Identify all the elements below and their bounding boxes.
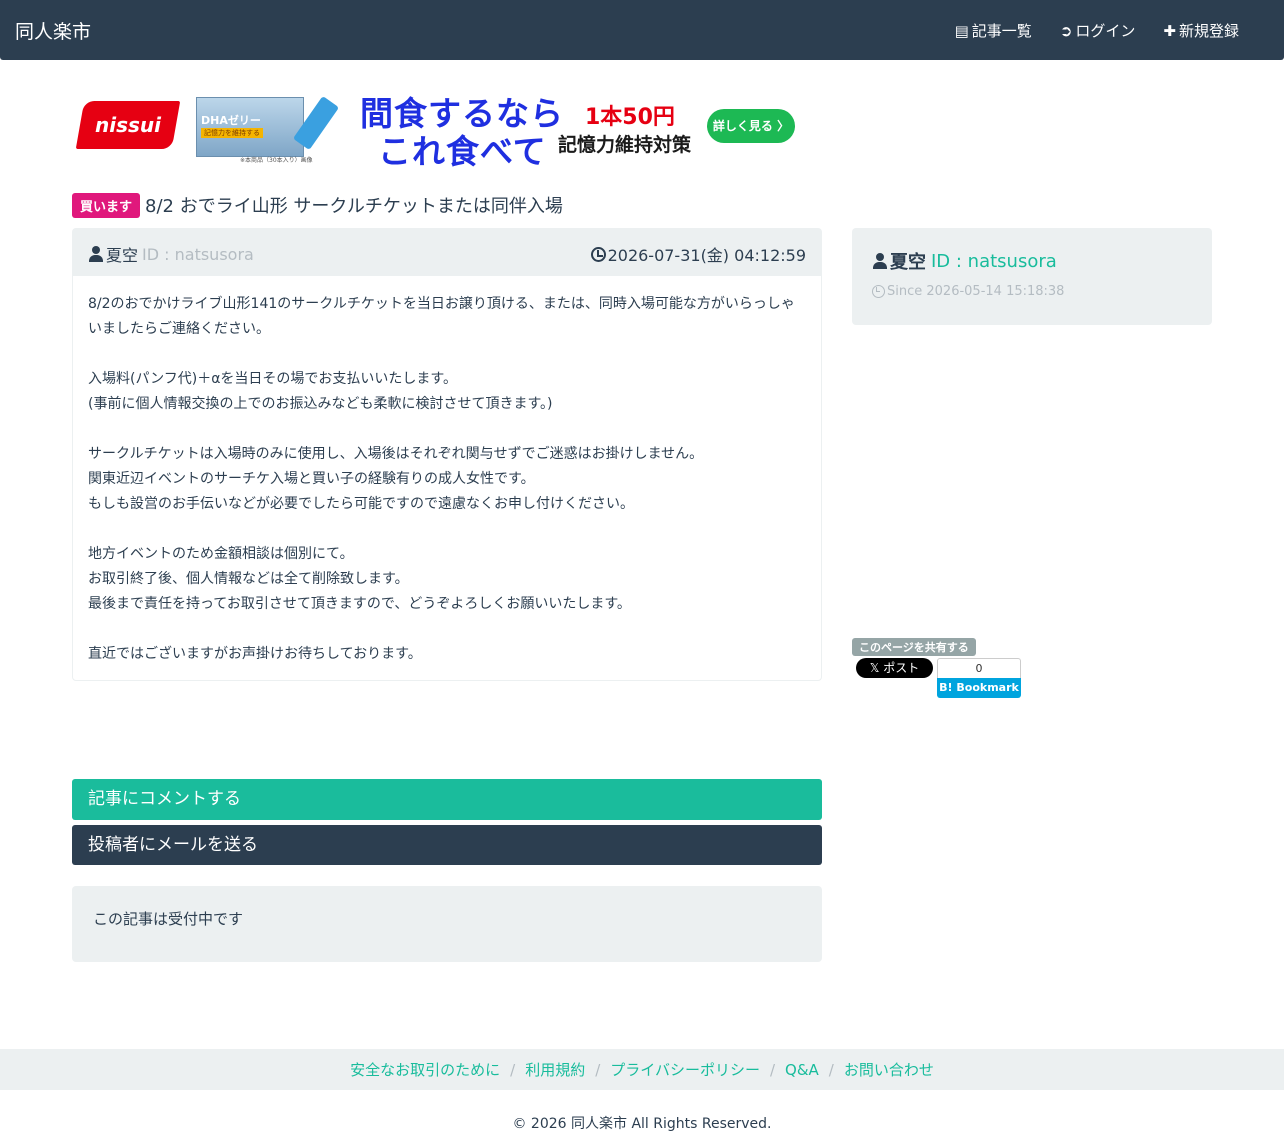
post-datetime: 2026-07-31(金) 04:12:59 — [590, 242, 806, 266]
nav-item-register[interactable]: ✚ 新規登録 — [1163, 20, 1239, 41]
footer-link-safety[interactable]: 安全なお取引のために — [350, 1059, 500, 1080]
hatena-label: B! Bookmark — [937, 678, 1021, 698]
post-body: 8/2のおでかけライブ山形141のサークルチケットを当日お譲り頂ける、または、同… — [73, 276, 821, 683]
list-icon: ▤ — [954, 21, 969, 40]
post-paragraph: サークルチケットは入場時のみに使用し、入場後はそれぞれ関与せずでご迷惑はお掛けし… — [88, 446, 704, 512]
site-brand[interactable]: 同人楽市 — [15, 17, 91, 44]
post-paragraph: 8/2のおでかけライブ山形141のサークルチケットを当日お譲り頂ける、または、同… — [88, 296, 795, 337]
nav-item-articles[interactable]: ▤ 記事一覧 — [955, 20, 1032, 41]
post-paragraph: 入場料(パンフ代)＋αを当日その場でお支払いいたします。 (事前に個人情報交換の… — [88, 371, 553, 412]
footer-link-qa[interactable]: Q&A — [785, 1061, 819, 1079]
footer-link-terms[interactable]: 利用規約 — [525, 1059, 585, 1080]
post-status: この記事は受付中です — [72, 886, 822, 962]
footer-separator: / — [510, 1060, 516, 1079]
post-title: 8/2 おでライ山形 サークルチケットまたは同伴入場 — [145, 196, 563, 217]
footer-separator: / — [828, 1060, 834, 1079]
post-author[interactable]: 夏空 ID : natsusora — [88, 242, 254, 266]
nav-item-login[interactable]: ➲ ログイン — [1060, 20, 1136, 41]
ad-subline: 記憶力維持対策 — [558, 134, 692, 156]
hatena-bookmark-button[interactable]: 0 B! Bookmark — [937, 658, 1021, 698]
post-title-row: 買います 8/2 おでライ山形 サークルチケットまたは同伴入場 — [72, 192, 563, 218]
author-name: 夏空 — [106, 246, 139, 265]
footer-separator: / — [595, 1060, 601, 1079]
nav-item-label: 記事一覧 — [971, 22, 1032, 40]
hatena-count: 0 — [937, 658, 1021, 678]
nav-item-label: 新規登録 — [1178, 22, 1239, 40]
user-icon — [872, 253, 888, 269]
author-id: ID : natsusora — [142, 244, 254, 264]
mail-author-button[interactable]: 投稿者にメールを送る — [72, 825, 822, 865]
clock-icon — [872, 285, 885, 298]
plus-icon: ✚ — [1163, 21, 1176, 40]
footer-separator: / — [769, 1060, 776, 1079]
footer-links: 安全なお取引のために / 利用規約 / プライバシーポリシー / Q&A / お… — [0, 1049, 1284, 1090]
post-header: 夏空 ID : natsusora 2026-07-31(金) 04:12:59 — [73, 229, 821, 276]
author-profile-card: 夏空 ID : natsusora Since 2026-05-14 15:18… — [852, 228, 1212, 325]
footer-link-contact[interactable]: お問い合わせ — [844, 1059, 934, 1080]
nissui-logo: nissui — [75, 101, 181, 149]
ad-caption: ※本商品（30本入り）画像 — [240, 157, 313, 164]
navbar: 同人楽市 ▤ 記事一覧 ➲ ログイン ✚ 新規登録 — [0, 0, 1284, 60]
post-paragraph: 地方イベントのため金額相談は個別にて。 お取引終了後、個人情報などは全て削除致し… — [88, 546, 631, 612]
datetime-text: 2026-07-31(金) 04:12:59 — [607, 246, 806, 265]
clock-icon — [590, 246, 606, 262]
profile-id: ID : natsusora — [931, 250, 1057, 272]
comment-button[interactable]: 記事にコメントする — [72, 779, 822, 820]
profile-name[interactable]: 夏空 ID : natsusora — [872, 248, 1057, 274]
login-icon: ➲ — [1059, 21, 1073, 40]
share-label: このページを共有する — [852, 638, 976, 656]
footer-link-privacy[interactable]: プライバシーポリシー — [610, 1059, 760, 1080]
copyright: © 2026 同人楽市 All Rights Reserved. — [512, 1116, 772, 1132]
ad-banner[interactable]: nissui DHAゼリー 記憶力を維持する ※本商品（30本入り）画像 間食す… — [75, 87, 800, 171]
post-panel: 夏空 ID : natsusora 2026-07-31(金) 04:12:59… — [72, 228, 822, 681]
profile-since: Since 2026-05-14 15:18:38 — [872, 284, 1064, 299]
buy-badge: 買います — [72, 192, 141, 218]
profile-name-text: 夏空 — [890, 252, 926, 273]
x-post-button[interactable]: 𝕏 ポスト — [856, 658, 933, 678]
user-icon — [88, 246, 104, 262]
ad-headline-2: これ食べて — [378, 132, 547, 171]
nav-menu: ▤ 記事一覧 ➲ ログイン ✚ 新規登録 — [955, 20, 1239, 41]
ad-price: 1本50円 — [585, 105, 675, 130]
since-text: Since 2026-05-14 15:18:38 — [887, 284, 1065, 299]
product-image: DHAゼリー 記憶力を維持する — [196, 97, 304, 157]
nav-item-label: ログイン — [1075, 22, 1136, 40]
ad-details-button[interactable]: 詳しく見る 〉 — [707, 109, 795, 143]
post-paragraph: 直近ではございますがお声掛けお待ちしております。 — [88, 646, 422, 662]
